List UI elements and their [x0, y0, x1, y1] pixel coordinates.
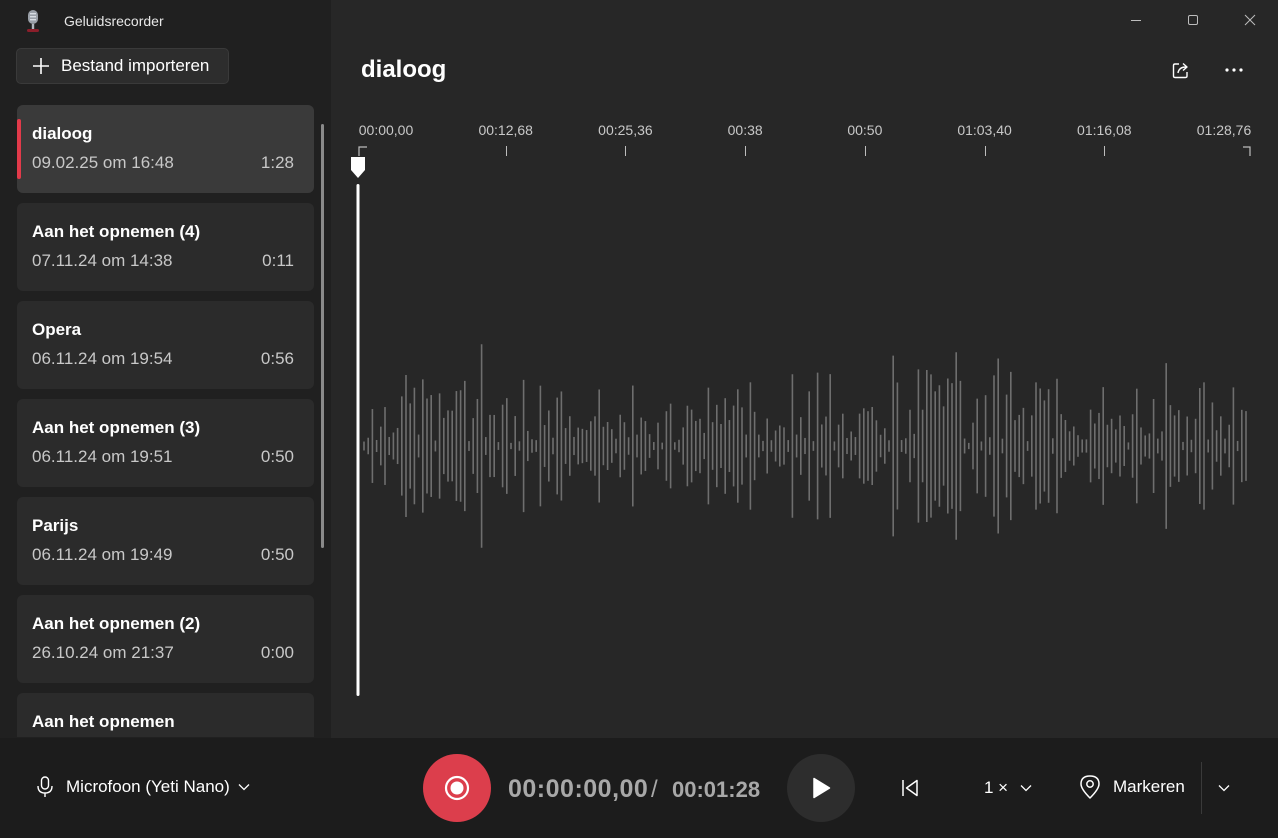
timeline-tick-label: 01:16,08: [1077, 122, 1132, 138]
location-pin-icon: [1080, 775, 1100, 799]
record-icon: [444, 775, 470, 801]
recording-name: Aan het opnemen (2): [32, 614, 201, 633]
import-file-button[interactable]: Bestand importeren: [16, 48, 229, 84]
plus-icon: [33, 58, 49, 74]
record-button[interactable]: [423, 754, 491, 822]
timeline-tick-label: 00:50: [847, 122, 883, 138]
timeline-tick: [745, 146, 747, 156]
timeline-tick-label: 00:25,36: [598, 122, 653, 138]
recording-duration: 0:00: [260, 643, 294, 662]
microphone-label: Microfoon (Yeti Nano): [66, 777, 230, 796]
selection-indicator: [17, 119, 21, 179]
recording-name: dialoog: [32, 124, 93, 143]
title-bar: Geluidsrecorder: [0, 0, 330, 42]
microphone-icon: [37, 776, 53, 797]
recording-duration: 0:50: [260, 545, 294, 564]
recording-item[interactable]: Aan het opnemen (4) 07.11.24 om 14:38 0:…: [17, 203, 314, 291]
playback-controls: Microfoon (Yeti Nano) 00:00:00,00 / 00:0…: [0, 738, 1278, 838]
recording-date: 06.11.24 om 19:49: [32, 545, 173, 564]
recording-date: 06.11.24 om 19:51: [32, 447, 173, 466]
microphone-selector[interactable]: Microfoon (Yeti Nano): [36, 776, 250, 798]
divider: [1201, 762, 1202, 814]
play-icon: [813, 777, 831, 799]
recording-duration: 1:28: [260, 153, 294, 172]
mark-options-button[interactable]: [1212, 776, 1236, 800]
mark-button[interactable]: Markeren: [1079, 774, 1185, 800]
timeline-tick-label: 00:00,00: [358, 122, 414, 138]
playback-speed-selector[interactable]: 1 ×: [984, 778, 1032, 798]
play-button[interactable]: [787, 754, 855, 822]
recording-duration: 0:50: [260, 447, 294, 466]
recordings-list: dialoog 09.02.25 om 16:48 1:28 Aan het o…: [17, 105, 314, 737]
recording-name: Opera: [32, 320, 82, 339]
timeline-tick-label: 00:12,68: [478, 122, 533, 138]
recording-date: 07.11.24 om 14:38: [32, 251, 173, 270]
recording-date: 06.11.24 om 19:54: [32, 349, 173, 368]
chevron-down-icon: [1020, 785, 1032, 792]
recording-item[interactable]: Opera 06.11.24 om 19:54 0:56: [17, 301, 314, 389]
timeline-tick-label: 01:03,40: [957, 122, 1012, 138]
recording-name: Aan het opnemen (4): [32, 222, 201, 241]
chevron-down-icon: [1218, 785, 1230, 792]
recording-date: 26.10.24 om 21:37: [32, 643, 174, 662]
recording-item[interactable]: Aan het opnemen (2) 26.10.24 om 21:37 0:…: [17, 595, 314, 683]
microphone-app-icon: [27, 10, 39, 32]
chevron-down-icon: [238, 784, 250, 791]
main-panel: dialoog 00:00,00 00:12,68 00:25,36 00:38 00:…: [331, 0, 1278, 738]
recording-item[interactable]: Aan het opnemen: [17, 693, 314, 737]
timeline-tick: [1104, 146, 1106, 156]
recording-item[interactable]: Parijs 06.11.24 om 19:49 0:50: [17, 497, 314, 585]
speed-label: 1 ×: [984, 778, 1009, 797]
recording-item-dialoog[interactable]: dialoog 09.02.25 om 16:48 1:28: [17, 105, 314, 193]
timeline: 00:00,00 00:12,68 00:25,36 00:38 00:50 01:03,…: [331, 0, 1278, 738]
list-scrollbar[interactable]: [321, 124, 324, 548]
current-time: 00:00:00,00: [508, 775, 649, 803]
recording-duration: 0:11: [262, 251, 294, 270]
playhead[interactable]: [348, 150, 368, 710]
timeline-tick-label: 00:38: [727, 122, 763, 138]
recording-name: Aan het opnemen (3): [32, 418, 201, 437]
timeline-tick: [984, 146, 986, 156]
total-time: 00:01:28: [672, 777, 761, 802]
timeline-tick: [505, 146, 507, 156]
import-file-label: Bestand importeren: [61, 56, 210, 75]
app-title: Geluidsrecorder: [64, 13, 164, 29]
skip-to-start-button[interactable]: [894, 772, 926, 804]
recording-date: 09.02.25 om 16:48: [32, 153, 174, 172]
recording-item[interactable]: Aan het opnemen (3) 06.11.24 om 19:51 0:…: [17, 399, 314, 487]
recording-name: Aan het opnemen: [32, 712, 175, 731]
timeline-tick-label: 01:28,76: [1196, 122, 1252, 138]
mark-label: Markeren: [1113, 777, 1185, 796]
recording-duration: 0:56: [260, 349, 294, 368]
skip-back-icon: [902, 779, 918, 797]
time-separator: /: [651, 776, 658, 803]
timeline-tick: [864, 146, 866, 156]
recording-name: Parijs: [32, 516, 79, 535]
timeline-tick: [625, 146, 627, 156]
